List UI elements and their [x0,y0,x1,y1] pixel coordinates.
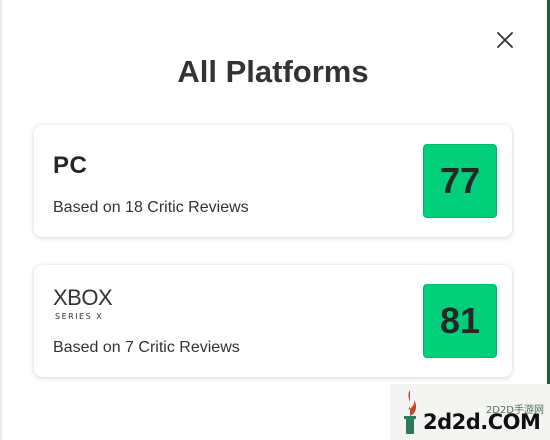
close-button[interactable] [494,29,516,51]
platform-card-pc: PC Based on 18 Critic Reviews 77 [34,125,512,237]
metascore-badge: 81 [423,284,497,358]
xbox-logo-sub: SERIES X [55,312,104,321]
xbox-series-x-logo: XBOX SERIES X [53,287,123,323]
close-icon [497,32,513,48]
platform-card-xbox: XBOX SERIES X Based on 7 Critic Reviews … [34,265,512,377]
xbox-logo-word: XBOX [53,285,113,310]
metascore-badge: 77 [423,144,497,218]
review-count: Based on 7 Critic Reviews [53,339,240,356]
flame-logo-icon [404,390,417,434]
watermark-url-text: 2d2d.COM [423,410,541,434]
platform-name: PC [53,152,88,179]
review-count: Based on 18 Critic Reviews [53,199,249,216]
modal-title: All Platforms [177,54,369,89]
watermark: 2D2D手游网 2d2d.COM [390,384,550,440]
